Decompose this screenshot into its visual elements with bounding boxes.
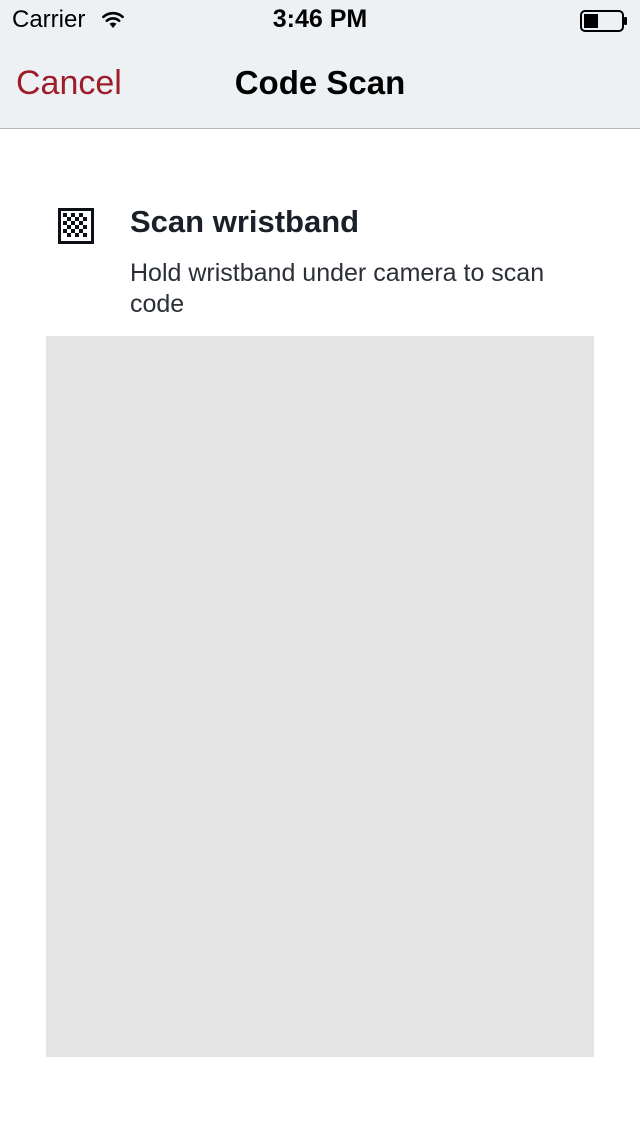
- battery-icon: [580, 10, 627, 32]
- qr-code-icon: [58, 208, 94, 244]
- scan-description: Hold wristband under camera to scan code: [130, 259, 545, 318]
- nav-bar: Cancel Code Scan: [0, 40, 640, 128]
- status-time: 3:46 PM: [272, 5, 368, 33]
- status-bar: Carrier 3:46 PM: [0, 0, 640, 40]
- page-title: Code Scan: [234, 64, 406, 101]
- scan-heading: Scan wristband: [130, 204, 360, 239]
- camera-preview[interactable]: [46, 336, 594, 1057]
- navigation-header: Carrier 3:46 PM Cancel Code Scan: [0, 0, 640, 129]
